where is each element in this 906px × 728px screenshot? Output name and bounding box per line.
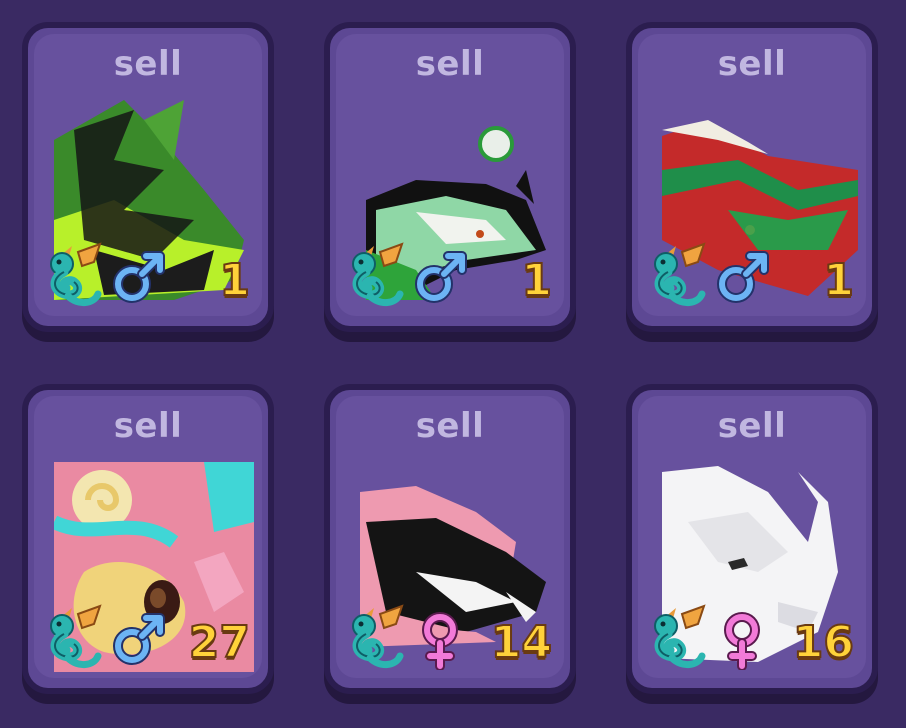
dragon-icon [642, 242, 710, 310]
pet-card[interactable]: sell 16 [626, 384, 878, 694]
male-icon [410, 248, 470, 308]
sell-label: sell [113, 44, 183, 84]
pet-card[interactable]: sell 1 [324, 22, 576, 332]
sell-label: sell [717, 406, 787, 446]
sell-label: sell [717, 44, 787, 84]
male-icon [108, 610, 168, 670]
pet-card[interactable]: sell 1 [22, 22, 274, 332]
pet-count: 1 [520, 254, 553, 307]
pet-count: 1 [218, 254, 251, 307]
dragon-icon [340, 242, 408, 310]
male-icon [108, 248, 168, 308]
dragon-icon [642, 604, 710, 672]
sell-label: sell [415, 406, 485, 446]
pet-inventory-grid: sell 1 sell 1 sell 1 sell 27 sell 14 sel… [0, 0, 906, 728]
sell-label: sell [415, 44, 485, 84]
pet-card[interactable]: sell 14 [324, 384, 576, 694]
pet-count: 27 [188, 616, 251, 669]
dragon-icon [38, 604, 106, 672]
pet-count: 14 [490, 616, 553, 669]
dragon-icon [340, 604, 408, 672]
dragon-icon [38, 242, 106, 310]
male-icon [712, 248, 772, 308]
pet-card[interactable]: sell 27 [22, 384, 274, 694]
pet-count: 1 [822, 254, 855, 307]
sell-label: sell [113, 406, 183, 446]
female-icon [712, 610, 772, 670]
female-icon [410, 610, 470, 670]
pet-card[interactable]: sell 1 [626, 22, 878, 332]
pet-count: 16 [792, 616, 855, 669]
